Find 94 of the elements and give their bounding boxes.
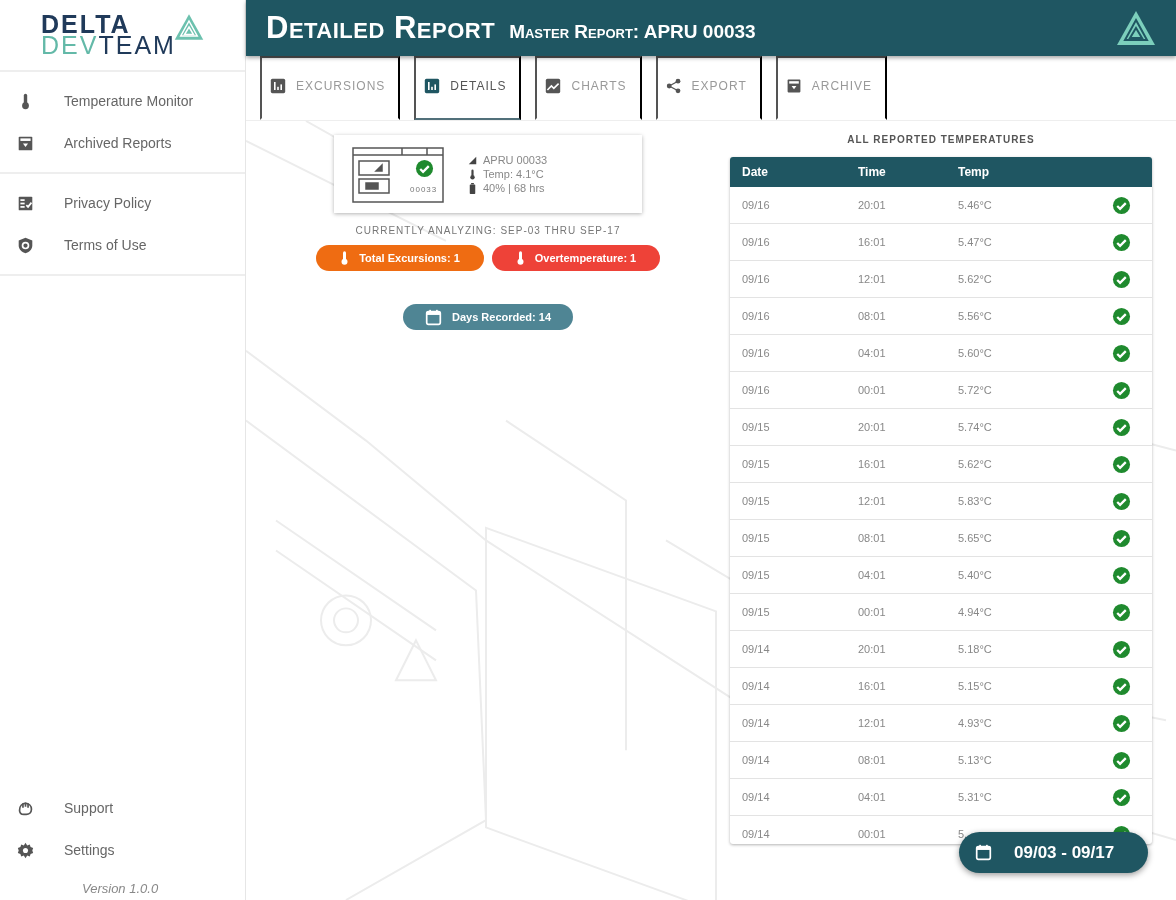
table-cell-text: 04:01 bbox=[858, 347, 887, 359]
table-cell-text: 5.31°C bbox=[958, 791, 993, 803]
device-label: 00033 bbox=[410, 185, 438, 194]
column-header: Temp bbox=[958, 165, 991, 179]
calendar-icon bbox=[975, 844, 992, 861]
table-cell-text: 12:01 bbox=[858, 273, 887, 285]
logo-text: DEVTEAM bbox=[41, 35, 176, 56]
shield-icon bbox=[17, 236, 34, 254]
settings-icon bbox=[17, 841, 34, 859]
table-cell-text: 04:01 bbox=[858, 791, 887, 803]
logo-icon bbox=[1116, 10, 1156, 46]
archive-box-icon bbox=[17, 134, 34, 152]
line-chart-icon bbox=[545, 78, 562, 94]
table-cell-text: 09/15 bbox=[742, 569, 771, 581]
table-cell-text: 09/14 bbox=[742, 754, 771, 766]
logo-text: DELTA bbox=[41, 14, 131, 35]
nav-item[interactable]: Settings bbox=[0, 829, 245, 871]
nav-item[interactable]: Archived Reports bbox=[0, 122, 245, 164]
thermometer-icon bbox=[340, 250, 350, 266]
table-cell-text: 09/15 bbox=[742, 421, 771, 433]
table-cell-text: 5.15°C bbox=[958, 680, 993, 692]
archive-box-icon bbox=[785, 78, 802, 94]
days-pill: Days Recorded: 14 bbox=[403, 304, 573, 330]
battery-icon bbox=[468, 182, 477, 194]
table-cell-text: 5.56°C bbox=[958, 310, 993, 322]
table-cell-text: 5.62°C bbox=[958, 458, 993, 470]
table-cell-text: 20:01 bbox=[858, 421, 887, 433]
table-cell-text: 09/14 bbox=[742, 828, 771, 840]
table-title: ALL REPORTED TEMPERATURES bbox=[846, 134, 1036, 147]
table-cell-text: 5.72°C bbox=[958, 384, 993, 396]
table-cell-text: 09/16 bbox=[742, 199, 771, 211]
table-cell-text: 09/16 bbox=[742, 273, 771, 285]
version-label: Version 1.0.0 bbox=[81, 880, 160, 898]
table-cell-text: 08:01 bbox=[858, 754, 887, 766]
table-cell-text: 20:01 bbox=[858, 199, 887, 211]
page-title: Detailed Report bbox=[266, 10, 496, 46]
table-cell-text: 04:01 bbox=[858, 569, 887, 581]
table-cell-text: 09/14 bbox=[742, 717, 771, 729]
table-cell-text: 5.74°C bbox=[958, 421, 993, 433]
table-cell-text: 4.94°C bbox=[958, 606, 993, 618]
table-cell-text: 09/15 bbox=[742, 606, 771, 618]
device-info-text: APRU 00033 bbox=[483, 154, 548, 166]
nav-item[interactable]: Privacy Policy bbox=[0, 182, 245, 224]
table-cell-text: 09/14 bbox=[742, 643, 771, 655]
table-cell-text: 09/16 bbox=[742, 236, 771, 248]
device-info-text: Temp: 4.1°C bbox=[483, 168, 544, 180]
table-cell-text: 09/15 bbox=[742, 495, 771, 507]
table-cell-text: 16:01 bbox=[858, 680, 887, 692]
table-cell-text: 5.47°C bbox=[958, 236, 993, 248]
table-cell-text: 5.46°C bbox=[958, 199, 993, 211]
table-cell-text: 00:01 bbox=[858, 828, 887, 840]
table-cell-text: 16:01 bbox=[858, 236, 887, 248]
table-cell-text: 20:01 bbox=[858, 643, 887, 655]
nav-item[interactable]: Terms of Use bbox=[0, 224, 245, 266]
table-cell-text: 00:01 bbox=[858, 384, 887, 396]
table-cell-text: 09/15 bbox=[742, 532, 771, 544]
table-cell-text: 16:01 bbox=[858, 458, 887, 470]
table-cell-text: 5.40°C bbox=[958, 569, 993, 581]
page-subtitle: Master Report: APRU 00033 bbox=[509, 21, 756, 43]
table-cell-text: 4.93°C bbox=[958, 717, 993, 729]
thermometer-icon bbox=[468, 168, 477, 180]
logo-icon bbox=[173, 13, 204, 41]
bar-chart-icon bbox=[424, 78, 441, 94]
table-cell-text: 5.13°C bbox=[958, 754, 993, 766]
table-cell-text: 08:01 bbox=[858, 532, 887, 544]
thermometer-icon bbox=[515, 250, 525, 266]
table-cell-text: 5.65°C bbox=[958, 532, 993, 544]
table-cell-text: 09/16 bbox=[742, 347, 771, 359]
table-cell-text: 12:01 bbox=[858, 495, 887, 507]
table-cell-text: 08:01 bbox=[858, 310, 887, 322]
table-cell-text: 5.83°C bbox=[958, 495, 993, 507]
table-cell-text: 5.18°C bbox=[958, 643, 993, 655]
column-header: Date bbox=[742, 165, 769, 179]
table-cell-text: 5.62°C bbox=[958, 273, 993, 285]
excursion-pill: Total Excursions: 1 bbox=[316, 245, 484, 271]
table-cell-text: 12:01 bbox=[858, 717, 887, 729]
table-cell-text: 5.60°C bbox=[958, 347, 993, 359]
table-cell-text: 09/16 bbox=[742, 384, 771, 396]
tab[interactable]: DETAILS bbox=[414, 56, 522, 120]
column-header: Time bbox=[858, 165, 887, 179]
device-info-text: 40% | 68 hrs bbox=[483, 182, 545, 194]
table-cell-text: 09/15 bbox=[742, 458, 771, 470]
nav-item[interactable]: Support bbox=[0, 787, 245, 829]
nav-item[interactable]: Temperature Monitor bbox=[0, 80, 245, 122]
table-cell-text: 09/14 bbox=[742, 791, 771, 803]
share-icon bbox=[665, 78, 682, 94]
document-icon bbox=[17, 194, 34, 212]
table-cell-text: 09/14 bbox=[742, 680, 771, 692]
table-cell-text: 00:01 bbox=[858, 606, 887, 618]
table-cell-text: 09/16 bbox=[742, 310, 771, 322]
calendar-icon bbox=[424, 308, 442, 326]
excursion-pill: Overtemperature: 1 bbox=[492, 245, 660, 271]
analyzing-text: CURRENTLY ANALYZING: SEP-03 THRU SEP-17 bbox=[355, 225, 621, 236]
bar-chart-icon bbox=[270, 78, 286, 94]
